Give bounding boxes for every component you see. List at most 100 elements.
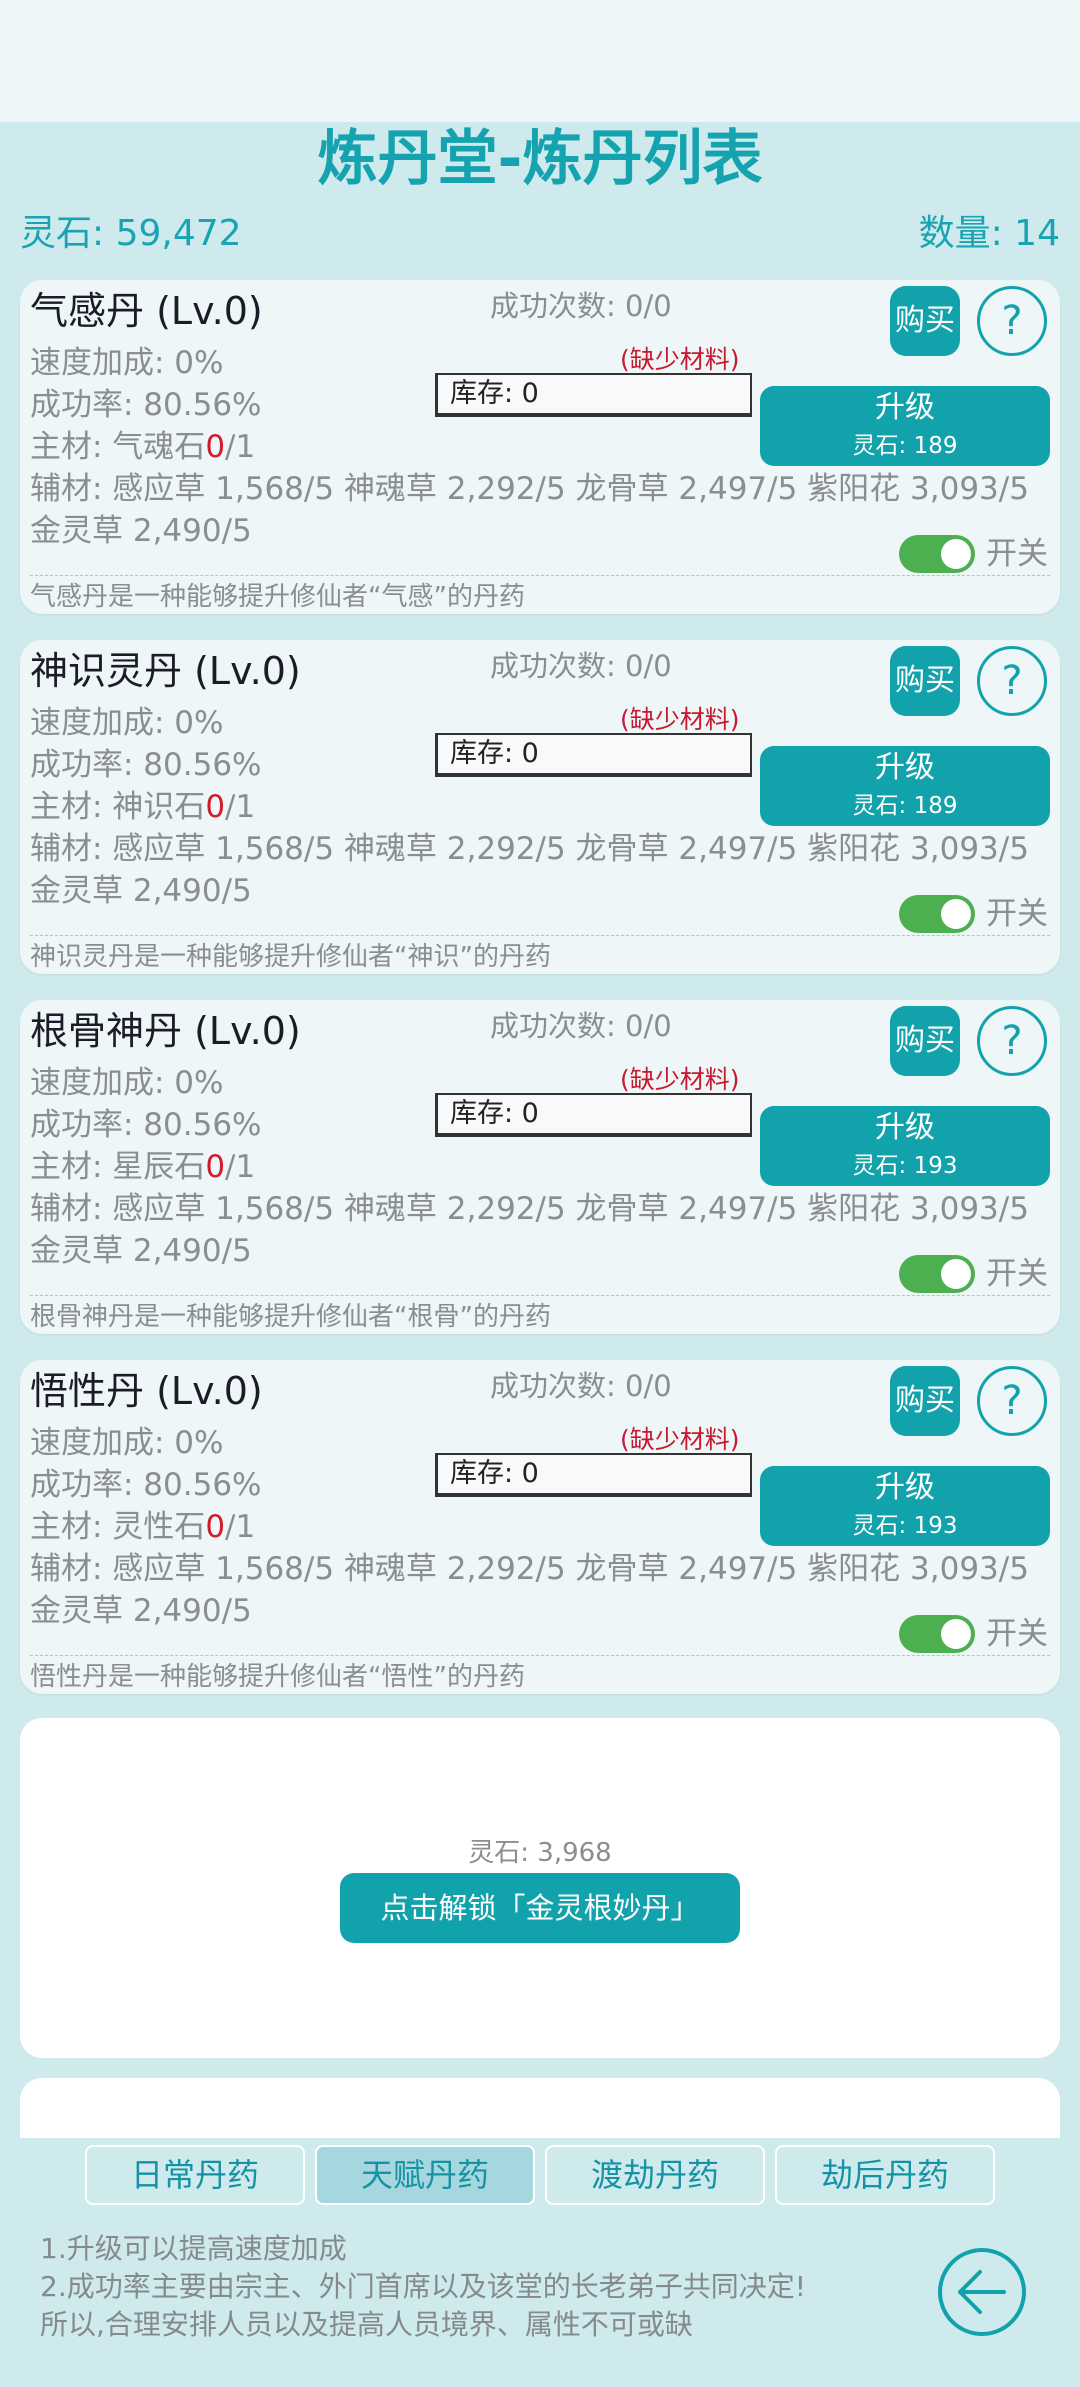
- tab-post-tribulation-pills[interactable]: 劫后丹药: [775, 2145, 995, 2205]
- upgrade-button[interactable]: 升级 灵石: 193: [760, 1106, 1050, 1186]
- help-icon[interactable]: ?: [977, 646, 1047, 716]
- success-count: 成功次数: 0/0: [490, 289, 672, 323]
- divider: [30, 1295, 1050, 1296]
- aux-materials: 辅材: 感应草 1,568/5 神魂草 2,292/5 龙骨草 2,497/5 …: [30, 831, 1029, 867]
- stock-input[interactable]: 库存: 0: [435, 1453, 752, 1497]
- toggle-knob: [941, 1259, 971, 1289]
- pill-description: 气感丹是一种能够提升修仙者“气感”的丹药: [30, 582, 525, 612]
- unlock-cost: 灵石: 3,968: [468, 1838, 612, 1868]
- toggle-switch[interactable]: [899, 1615, 975, 1653]
- help-icon[interactable]: ?: [977, 1006, 1047, 1076]
- aux-materials: 辅材: 感应草 1,568/5 神魂草 2,292/5 龙骨草 2,497/5 …: [30, 1551, 1029, 1587]
- main-material-need: /1: [225, 1509, 256, 1545]
- speed-bonus: 速度加成: 0%: [30, 345, 224, 381]
- spirit-stones-total: 灵石: 59,472: [20, 213, 242, 254]
- tab-tribulation-pills[interactable]: 渡劫丹药: [545, 2145, 765, 2205]
- success-rate: 成功率: 80.56%: [30, 387, 262, 423]
- speed-bonus: 速度加成: 0%: [30, 1425, 224, 1461]
- stock-input[interactable]: 库存: 0: [435, 373, 752, 417]
- divider: [30, 575, 1050, 576]
- divider: [30, 1655, 1050, 1656]
- back-button[interactable]: [938, 2248, 1026, 2336]
- buy-button[interactable]: 购买: [890, 646, 960, 716]
- bottom-panel: 日常丹药 天赋丹药 渡劫丹药 劫后丹药 1.升级可以提高速度加成 2.成功率主要…: [0, 2140, 1080, 2387]
- stock-input[interactable]: 库存: 0: [435, 733, 752, 777]
- pill-card-wuxing: 悟性丹 (Lv.0) 成功次数: 0/0 购买 ? 速度加成: 0% 成功率: …: [20, 1360, 1060, 1694]
- tip-line-3: 所以,合理安排人员以及提高人员境界、属性不可或缺: [40, 2308, 693, 2341]
- pill-description: 根骨神丹是一种能够提升修仙者“根骨”的丹药: [30, 1302, 551, 1332]
- toggle-switch[interactable]: [899, 535, 975, 573]
- help-icon[interactable]: ?: [977, 286, 1047, 356]
- main-material-have: 0: [205, 789, 226, 825]
- toggle-knob: [941, 539, 971, 569]
- status-bar: [0, 0, 1080, 122]
- upgrade-label: 升级: [875, 390, 935, 425]
- pill-name: 神识灵丹 (Lv.0): [30, 649, 301, 693]
- main-material: 主材: 气魂石0/1: [30, 426, 255, 468]
- help-icon[interactable]: ?: [977, 1366, 1047, 1436]
- pill-count: 数量: 14: [918, 213, 1060, 254]
- toggle-switch[interactable]: [899, 895, 975, 933]
- main-material-have: 0: [205, 1149, 226, 1185]
- pill-name: 根骨神丹 (Lv.0): [30, 1009, 301, 1053]
- upgrade-button[interactable]: 升级 灵石: 189: [760, 386, 1050, 466]
- pill-card-qigan: 气感丹 (Lv.0) 成功次数: 0/0 购买 ? 速度加成: 0% 成功率: …: [20, 280, 1060, 614]
- missing-materials-label: (缺少材料): [620, 705, 740, 734]
- aux-materials: 辅材: 感应草 1,568/5 神魂草 2,292/5 龙骨草 2,497/5 …: [30, 471, 1029, 507]
- aux-materials-cont: 金灵草 2,490/5: [30, 873, 252, 909]
- missing-materials-label: (缺少材料): [620, 1425, 740, 1454]
- aux-materials: 辅材: 感应草 1,568/5 神魂草 2,292/5 龙骨草 2,497/5 …: [30, 1191, 1029, 1227]
- missing-materials-label: (缺少材料): [620, 1065, 740, 1094]
- pill-description: 神识灵丹是一种能够提升修仙者“神识”的丹药: [30, 942, 551, 972]
- divider: [30, 935, 1050, 936]
- main-material-label: 主材: 神识石: [30, 789, 206, 825]
- next-card-partial: [20, 2078, 1060, 2138]
- toggle-knob: [941, 1619, 971, 1649]
- success-rate: 成功率: 80.56%: [30, 747, 262, 783]
- speed-bonus: 速度加成: 0%: [30, 705, 224, 741]
- success-count: 成功次数: 0/0: [490, 1009, 672, 1043]
- main-material-need: /1: [225, 429, 256, 465]
- tab-talent-pills[interactable]: 天赋丹药: [315, 2145, 535, 2205]
- upgrade-cost: 灵石: 189: [852, 433, 958, 459]
- toggle-label: 开关: [986, 1256, 1048, 1292]
- main-material-have: 0: [205, 429, 226, 465]
- upgrade-label: 升级: [875, 750, 935, 785]
- locked-pill-card: 灵石: 3,968 点击解锁「金灵根妙丹」: [20, 1718, 1060, 2058]
- success-rate: 成功率: 80.56%: [30, 1107, 262, 1143]
- success-count: 成功次数: 0/0: [490, 1369, 672, 1403]
- pill-name: 气感丹 (Lv.0): [30, 289, 263, 333]
- buy-button[interactable]: 购买: [890, 1006, 960, 1076]
- toggle-knob: [941, 899, 971, 929]
- pill-card-gengu: 根骨神丹 (Lv.0) 成功次数: 0/0 购买 ? 速度加成: 0% 成功率:…: [20, 1000, 1060, 1334]
- upgrade-button[interactable]: 升级 灵石: 193: [760, 1466, 1050, 1546]
- upgrade-cost: 灵石: 189: [852, 793, 958, 819]
- main-material-need: /1: [225, 789, 256, 825]
- upgrade-button[interactable]: 升级 灵石: 189: [760, 746, 1050, 826]
- main-material-have: 0: [205, 1509, 226, 1545]
- pill-card-shenshi: 神识灵丹 (Lv.0) 成功次数: 0/0 购买 ? 速度加成: 0% 成功率:…: [20, 640, 1060, 974]
- main-material: 主材: 灵性石0/1: [30, 1506, 255, 1548]
- unlock-button[interactable]: 点击解锁「金灵根妙丹」: [340, 1873, 740, 1943]
- pill-name: 悟性丹 (Lv.0): [30, 1369, 263, 1413]
- main-material-label: 主材: 灵性石: [30, 1509, 206, 1545]
- success-rate: 成功率: 80.56%: [30, 1467, 262, 1503]
- pill-description: 悟性丹是一种能够提升修仙者“悟性”的丹药: [30, 1662, 525, 1692]
- main-material-need: /1: [225, 1149, 256, 1185]
- success-count: 成功次数: 0/0: [490, 649, 672, 683]
- page-title: 炼丹堂-炼丹列表: [317, 124, 763, 194]
- aux-materials-cont: 金灵草 2,490/5: [30, 1233, 252, 1269]
- main-material: 主材: 神识石0/1: [30, 786, 255, 828]
- main-material-label: 主材: 星辰石: [30, 1149, 206, 1185]
- upgrade-label: 升级: [875, 1470, 935, 1505]
- buy-button[interactable]: 购买: [890, 286, 960, 356]
- buy-button[interactable]: 购买: [890, 1366, 960, 1436]
- toggle-label: 开关: [986, 896, 1048, 932]
- upgrade-cost: 灵石: 193: [852, 1513, 958, 1539]
- missing-materials-label: (缺少材料): [620, 345, 740, 374]
- main-material: 主材: 星辰石0/1: [30, 1146, 255, 1188]
- stock-input[interactable]: 库存: 0: [435, 1093, 752, 1137]
- tab-daily-pills[interactable]: 日常丹药: [85, 2145, 305, 2205]
- toggle-switch[interactable]: [899, 1255, 975, 1293]
- aux-materials-cont: 金灵草 2,490/5: [30, 1593, 252, 1629]
